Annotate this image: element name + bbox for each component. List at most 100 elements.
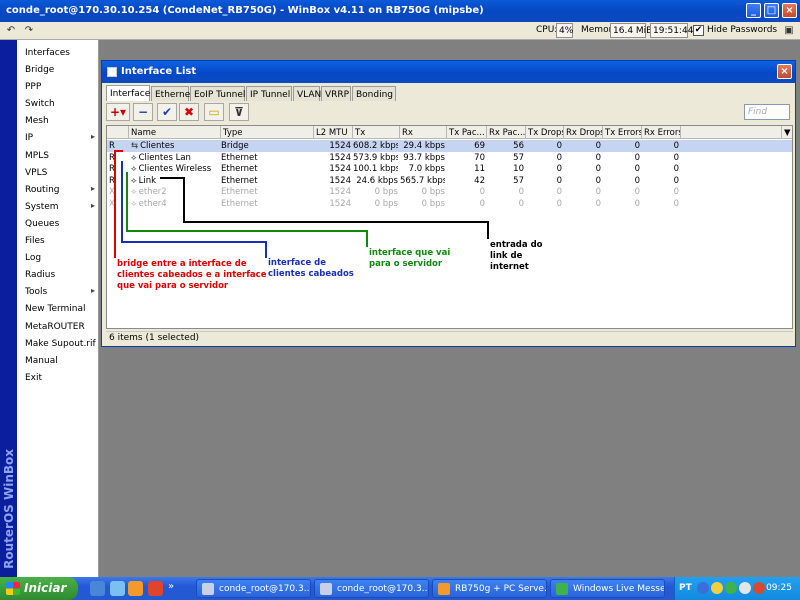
tab-vrrp[interactable]: VRRP bbox=[321, 86, 351, 101]
tray-app-icon[interactable] bbox=[697, 582, 709, 594]
disable-icon[interactable]: ✖ bbox=[179, 103, 199, 121]
enable-icon[interactable]: ✔ bbox=[157, 103, 177, 121]
sidebar-item-bridge[interactable]: Bridge bbox=[17, 61, 99, 78]
tab-ip-tunnel[interactable]: IP Tunnel bbox=[246, 86, 292, 101]
table-row[interactable]: R ⟡ Clientes Wireless Ethernet 1524 100.1 kbp… bbox=[107, 163, 792, 175]
tab-eoip-tunnel[interactable]: EoIP Tunnel bbox=[190, 86, 245, 101]
taskbar-button-2[interactable]: RB750g + PC Serve... bbox=[432, 579, 547, 598]
sidebar-item-vpls[interactable]: VPLS bbox=[17, 164, 99, 181]
column-header-tx[interactable]: Tx bbox=[353, 126, 400, 139]
sidebar-item-interfaces[interactable]: Interfaces bbox=[17, 44, 99, 61]
column-header-rxe[interactable]: Rx Errors bbox=[642, 126, 681, 139]
maximize-button[interactable]: □ bbox=[764, 3, 779, 18]
tab-interface[interactable]: Interface bbox=[106, 85, 150, 101]
tab-ethernet[interactable]: Ethernet bbox=[151, 86, 194, 101]
sidebar-item-ppp[interactable]: PPP bbox=[17, 78, 99, 95]
lock-icon[interactable]: ▣ bbox=[781, 23, 797, 39]
table-row[interactable]: X ⟡ ether4 Ethernet 1524 0 bps 0 bps 0 0 0 0 0 0 bbox=[107, 198, 792, 210]
sidebar-item-label: VPLS bbox=[25, 167, 48, 178]
row-rx: 0 bps bbox=[421, 198, 445, 209]
find-input[interactable]: Find bbox=[744, 104, 790, 120]
sidebar-item-manual[interactable]: Manual bbox=[17, 352, 99, 369]
remove-icon[interactable]: − bbox=[133, 103, 153, 121]
row-txd: 0 bbox=[556, 187, 562, 197]
submenu-arrow-icon: ▸ bbox=[90, 200, 95, 210]
row-l2mtu: 1524 bbox=[329, 175, 351, 186]
hide-passwords-checkbox[interactable]: ✔ bbox=[693, 25, 704, 36]
table-row[interactable]: R ⟡ Clientes Lan Ethernet 1524 573.9 kbps 93.7… bbox=[107, 152, 792, 164]
sidebar-item-radius[interactable]: Radius bbox=[17, 266, 99, 283]
minimize-button[interactable]: _ bbox=[746, 3, 761, 18]
sidebar-item-exit[interactable]: Exit bbox=[17, 369, 99, 386]
taskbar-button-1[interactable]: conde_root@170.3... bbox=[314, 579, 429, 598]
action-bar: +▾ − ✔ ✖ ▭ ⊽ Find bbox=[106, 103, 792, 123]
row-tx: 0 bps bbox=[374, 198, 398, 209]
comment-icon[interactable]: ▭ bbox=[204, 103, 224, 121]
add-icon[interactable]: +▾ bbox=[106, 103, 130, 121]
table-row[interactable]: X ⟡ ether2 Ethernet 1524 0 bps 0 bps 0 0 0 0 0 0 bbox=[107, 186, 792, 198]
column-header-flags[interactable] bbox=[107, 126, 129, 139]
internet-explorer-icon[interactable] bbox=[110, 581, 125, 596]
tray-messenger-icon[interactable] bbox=[725, 582, 737, 594]
table-row[interactable]: R ⇆ Clientes Bridge 1524 608.2 kbps 29.4 kbps 6… bbox=[107, 140, 792, 152]
sidebar-item-label: Queues bbox=[25, 218, 60, 229]
column-header-rxp[interactable]: Rx Pac... bbox=[487, 126, 526, 139]
row-rxd: 0 bbox=[595, 164, 601, 174]
column-menu-icon[interactable]: ▼ bbox=[782, 126, 792, 139]
sidebar-item-files[interactable]: Files bbox=[17, 232, 99, 249]
undo-icon[interactable]: ↶ bbox=[3, 23, 19, 39]
sidebar-item-switch[interactable]: Switch bbox=[17, 95, 99, 112]
column-header-name[interactable]: Name bbox=[129, 126, 221, 139]
row-tx: 608.2 kbps bbox=[353, 141, 398, 151]
tray-security-icon[interactable] bbox=[753, 582, 765, 594]
row-tx: 573.9 kbps bbox=[353, 152, 398, 163]
row-rxp: 0 bbox=[518, 187, 524, 197]
tray-network-icon[interactable] bbox=[711, 582, 723, 594]
main-toolbar: ↶ ↷ CPU: 4% Memory: 16.4 MiB 19:51:44 ✔ … bbox=[0, 22, 800, 40]
sidebar-item-mpls[interactable]: MPLS bbox=[17, 147, 99, 164]
sidebar-item-queues[interactable]: Queues bbox=[17, 215, 99, 232]
column-header-txe[interactable]: Tx Errors bbox=[603, 126, 642, 139]
row-rx: 29.4 kbps bbox=[403, 141, 445, 151]
annotation-line-black-h1 bbox=[160, 177, 185, 179]
tray-volume-icon[interactable] bbox=[739, 582, 751, 594]
sidebar-item-ip[interactable]: IP ▸ bbox=[17, 129, 99, 146]
column-header-txp[interactable]: Tx Pac... bbox=[447, 126, 487, 139]
interface-list-title-bar[interactable]: Interface List × bbox=[102, 61, 795, 83]
windows-logo-icon bbox=[6, 582, 20, 595]
tab-vlan[interactable]: VLAN bbox=[293, 86, 321, 101]
sidebar-item-make-supout-rif[interactable]: Make Supout.rif bbox=[17, 335, 99, 352]
column-header-rxd[interactable]: Rx Drops bbox=[564, 126, 603, 139]
close-button[interactable]: × bbox=[782, 3, 797, 18]
sidebar-item-tools[interactable]: Tools ▸ bbox=[17, 283, 99, 300]
sidebar-item-log[interactable]: Log bbox=[17, 249, 99, 266]
taskbar-button-0[interactable]: conde_root@170.3... bbox=[196, 579, 311, 598]
row-rxd: 0 bbox=[595, 187, 601, 197]
quick-launch-app-icon[interactable] bbox=[148, 581, 163, 596]
row-txp: 0 bbox=[479, 198, 485, 209]
column-header-rx[interactable]: Rx bbox=[400, 126, 447, 139]
column-header-txd[interactable]: Tx Drops bbox=[526, 126, 564, 139]
bridge-icon: ⇆ bbox=[131, 141, 139, 151]
language-indicator[interactable]: PT bbox=[679, 583, 692, 593]
row-type: Bridge bbox=[221, 141, 249, 151]
taskbar-button-3[interactable]: Windows Live Messe... bbox=[550, 579, 665, 598]
interface-list-close-button[interactable]: × bbox=[777, 64, 792, 79]
sidebar-item-metarouter[interactable]: MetaROUTER bbox=[17, 318, 99, 335]
sidebar-item-system[interactable]: System ▸ bbox=[17, 198, 99, 215]
redo-icon[interactable]: ↷ bbox=[21, 23, 37, 39]
show-desktop-icon[interactable] bbox=[90, 581, 105, 596]
row-l2mtu: 1524 bbox=[329, 187, 351, 197]
column-header-type[interactable]: Type bbox=[221, 126, 314, 139]
firefox-icon[interactable] bbox=[128, 581, 143, 596]
table-row[interactable]: R ⟡ Link Ethernet 1524 24.6 kbps 565.7 kbps 42 5… bbox=[107, 175, 792, 187]
filter-icon[interactable]: ⊽ bbox=[229, 103, 249, 121]
sidebar-item-mesh[interactable]: Mesh bbox=[17, 112, 99, 129]
start-button[interactable]: Iniciar bbox=[0, 577, 78, 600]
column-header-l2mtu[interactable]: L2 MTU bbox=[314, 126, 353, 139]
row-txd: 0 bbox=[556, 141, 562, 151]
sidebar-item-routing[interactable]: Routing ▸ bbox=[17, 181, 99, 198]
quick-launch-expand-icon[interactable]: » bbox=[168, 581, 178, 596]
sidebar-item-new-terminal[interactable]: New Terminal bbox=[17, 300, 99, 317]
tab-bonding[interactable]: Bonding bbox=[352, 86, 396, 101]
